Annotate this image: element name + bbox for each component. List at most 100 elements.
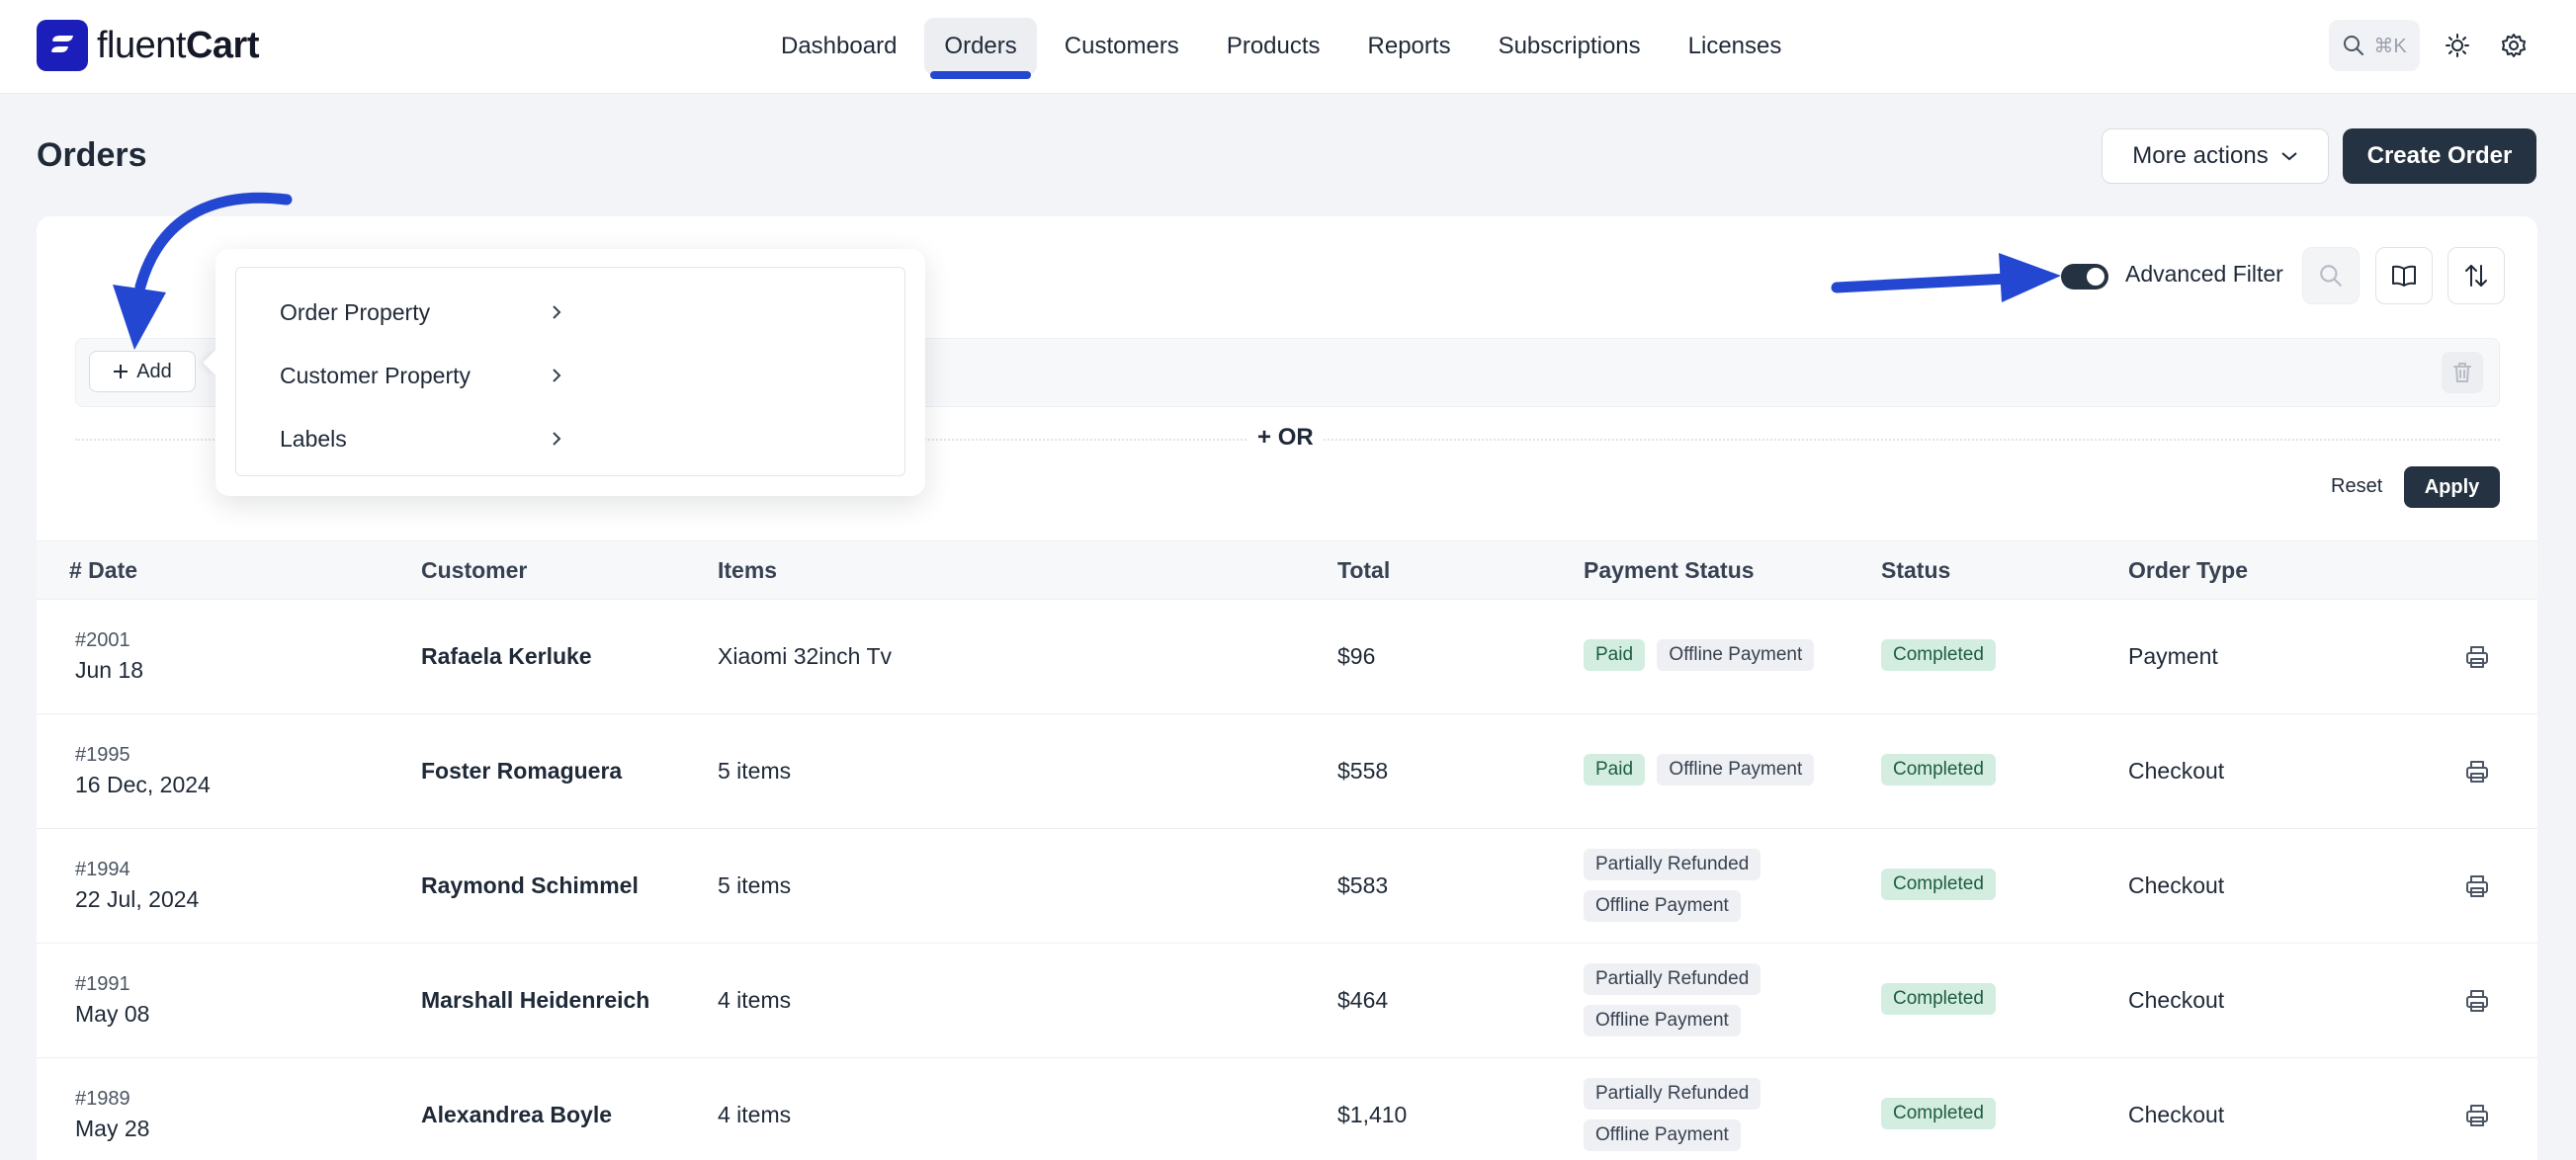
order-total: $583 (1337, 872, 1389, 898)
order-id[interactable]: #1991 (75, 973, 130, 996)
customer-name[interactable]: Foster Romaguera (421, 758, 622, 785)
order-status: Completed (1881, 983, 1996, 1015)
order-date: May 28 (75, 1116, 150, 1141)
brand-name: fluentCart (97, 24, 260, 66)
create-order-button[interactable]: Create Order (2343, 128, 2536, 184)
apply-filter-button[interactable]: Apply (2404, 466, 2500, 508)
payment-status: Partially Refunded Offline Payment (1584, 1078, 1761, 1151)
printer-icon[interactable] (2463, 758, 2491, 786)
payment-status: Partially Refunded Offline Payment (1584, 963, 1761, 1036)
add-or-group-button[interactable]: + OR (1247, 424, 1324, 452)
search-icon (2320, 265, 2342, 287)
printer-icon[interactable] (2463, 643, 2491, 671)
advanced-filter-label: Advanced Filter (2125, 261, 2283, 287)
order-date: May 08 (75, 1001, 150, 1027)
col-status[interactable]: Status (1881, 557, 1950, 584)
printer-icon[interactable] (2463, 872, 2491, 900)
fluentcart-logo-icon (37, 20, 88, 71)
payment-status: Partially Refunded Offline Payment (1584, 849, 1761, 922)
payment-method-badge: Offline Payment (1584, 890, 1741, 922)
printer-icon[interactable] (2463, 987, 2491, 1015)
menu-item-customer-property[interactable]: Customer Property (236, 346, 562, 405)
order-id[interactable]: #1995 (75, 744, 130, 767)
trash-icon (2453, 363, 2471, 382)
nav-customers[interactable]: Customers (1045, 18, 1199, 75)
delete-filter-group-button[interactable] (2442, 352, 2483, 393)
table-row[interactable]: #1995 16 Dec, 2024 Foster Romaguera 5 it… (37, 714, 2537, 829)
nav-reports[interactable]: Reports (1348, 18, 1471, 75)
customer-name[interactable]: Marshall Heidenreich (421, 987, 649, 1014)
menu-item-labels[interactable]: Labels (236, 409, 562, 468)
payment-status-badge: Partially Refunded (1584, 1078, 1761, 1110)
order-date: 22 Jul, 2024 (75, 886, 200, 912)
order-type: Checkout (2128, 758, 2225, 784)
menu-item-label: Labels (280, 425, 347, 452)
status-badge: Completed (1881, 983, 1996, 1015)
nav-subscriptions[interactable]: Subscriptions (1479, 18, 1661, 75)
payment-status-badge: Paid (1584, 754, 1646, 786)
order-items: 5 items (718, 758, 792, 784)
order-status: Completed (1881, 869, 1996, 900)
payment-status-badge: Partially Refunded (1584, 963, 1761, 995)
order-status: Completed (1881, 754, 1996, 786)
col-payment-status[interactable]: Payment Status (1584, 557, 1755, 584)
add-filter-label: Add (136, 360, 172, 382)
status-badge: Completed (1881, 869, 1996, 900)
columns-view-button[interactable] (2375, 247, 2433, 304)
add-filter-button[interactable]: Add (89, 351, 196, 392)
sort-icon (2465, 265, 2487, 287)
gear-icon[interactable] (2496, 28, 2532, 63)
table-row[interactable]: #1994 22 Jul, 2024 Raymond Schimmel 5 it… (37, 829, 2537, 944)
more-actions-button[interactable]: More actions (2102, 128, 2329, 184)
menu-item-order-property[interactable]: Order Property (236, 283, 562, 342)
order-id[interactable]: #2001 (75, 629, 130, 652)
printer-icon[interactable] (2463, 1102, 2491, 1129)
book-open-icon (2392, 265, 2416, 287)
table-search-button[interactable] (2302, 247, 2360, 304)
status-badge: Completed (1881, 1098, 1996, 1129)
order-items: 4 items (718, 1102, 792, 1127)
col-date[interactable]: # Date (69, 557, 137, 584)
nav-dashboard[interactable]: Dashboard (761, 18, 916, 75)
plus-icon (114, 365, 129, 378)
nav-licenses[interactable]: Licenses (1669, 18, 1802, 75)
order-type: Checkout (2128, 1102, 2225, 1127)
menu-item-label: Customer Property (280, 362, 472, 388)
page-title: Orders (37, 136, 147, 174)
filter-property-menu: Order Property Customer Property Labels (215, 249, 925, 496)
order-items: 5 items (718, 872, 792, 898)
or-label: OR (1277, 424, 1314, 451)
advanced-filter-toggle[interactable] (2061, 264, 2108, 290)
table-row[interactable]: #2001 Jun 18 Rafaela Kerluke Xiaomi 32in… (37, 600, 2537, 714)
col-total[interactable]: Total (1337, 557, 1390, 584)
nav-orders[interactable]: Orders (924, 18, 1037, 79)
order-id[interactable]: #1989 (75, 1088, 130, 1111)
more-actions-label: More actions (2132, 142, 2269, 169)
order-total: $558 (1337, 758, 1389, 784)
payment-method-badge: Offline Payment (1584, 1119, 1741, 1151)
col-customer[interactable]: Customer (421, 557, 527, 584)
top-bar: fluentCart Dashboard Orders Customers Pr… (0, 0, 2576, 94)
customer-name[interactable]: Rafaela Kerluke (421, 643, 592, 670)
payment-method-badge: Offline Payment (1657, 754, 1815, 786)
customer-name[interactable]: Raymond Schimmel (421, 872, 639, 899)
col-items[interactable]: Items (718, 557, 777, 584)
order-id[interactable]: #1994 (75, 859, 130, 881)
col-order-type[interactable]: Order Type (2128, 557, 2248, 584)
nav-products[interactable]: Products (1207, 18, 1340, 75)
order-type: Checkout (2128, 872, 2225, 898)
customer-name[interactable]: Alexandrea Boyle (421, 1102, 612, 1128)
order-status: Completed (1881, 639, 1996, 671)
payment-method-badge: Offline Payment (1584, 1005, 1741, 1036)
brand-logo[interactable]: fluentCart (37, 20, 260, 71)
order-total: $464 (1337, 987, 1389, 1013)
sort-button[interactable] (2447, 247, 2505, 304)
global-search-button[interactable]: ⌘K (2329, 20, 2420, 71)
payment-method-badge: Offline Payment (1657, 639, 1815, 671)
table-row[interactable]: #1989 May 28 Alexandrea Boyle 4 items $1… (37, 1058, 2537, 1160)
reset-filter-button[interactable]: Reset (2331, 475, 2382, 498)
chevron-right-icon (553, 432, 561, 446)
sun-icon[interactable] (2440, 28, 2475, 63)
table-row[interactable]: #1991 May 08 Marshall Heidenreich 4 item… (37, 944, 2537, 1058)
menu-item-label: Order Property (280, 298, 431, 325)
